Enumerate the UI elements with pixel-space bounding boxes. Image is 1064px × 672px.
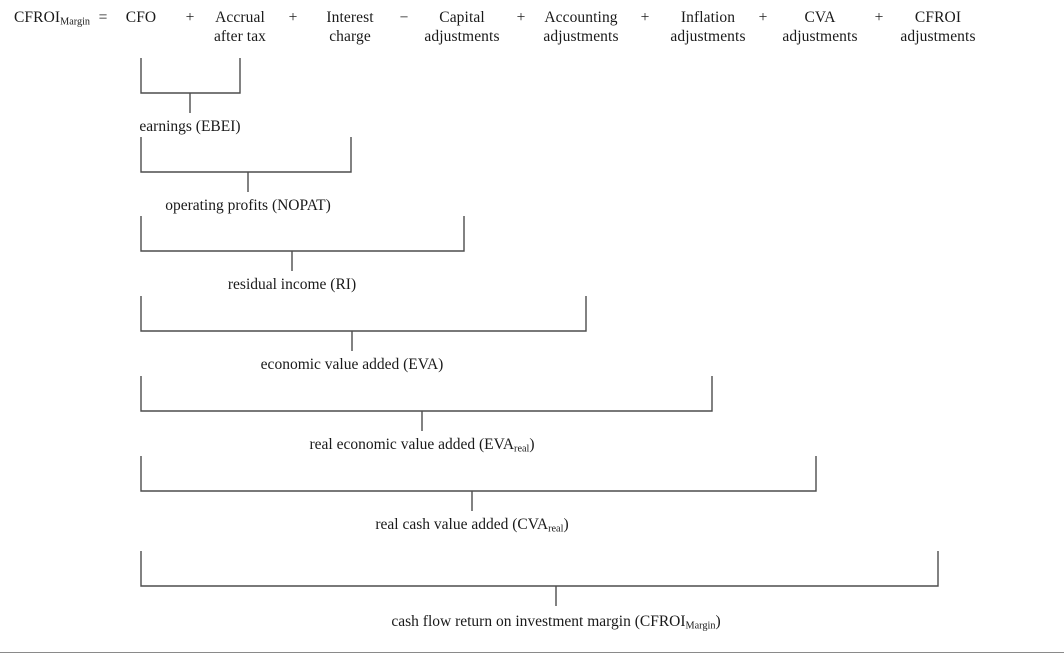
bracket-nopat-label: operating profits (NOPAT) [165, 197, 331, 214]
bracket-nopat [140, 137, 352, 192]
equation-row: CFROIMargin = CFO + Accrual after tax + Interes… [0, 9, 1064, 55]
equation-term-line2: adjustments [900, 27, 976, 45]
bracket-eva-path [140, 296, 587, 351]
equation-term-line1: CFROI [914, 9, 962, 26]
bracket-eva-real [140, 376, 713, 431]
bracket-residual-income [140, 216, 465, 271]
bracket-nopat-path [140, 137, 352, 192]
bracket-cfroi-margin [140, 551, 939, 606]
figure-canvas: CFROIMargin = CFO + Accrual after tax + Interes… [0, 0, 1064, 672]
equation-term-cfroi-adjustments: CFROI adjustments [848, 9, 1028, 46]
bracket-layer [140, 58, 939, 606]
bracket-earnings [140, 58, 241, 113]
bracket-earnings-path [140, 58, 241, 113]
bracket-eva-label: economic value added (EVA) [260, 356, 444, 373]
bracket-cfroi-margin-path [140, 551, 939, 606]
bracket-residual-income-path [140, 216, 465, 271]
bracket-cfroi-margin-label: cash flow return on investment margin (C… [391, 613, 721, 632]
bottom-horizontal-rule [0, 652, 1064, 653]
bracket-eva [140, 296, 587, 351]
bracket-cva-real-path [140, 456, 817, 511]
bracket-cva-real-label: real cash value added (CVAreal) [375, 516, 569, 535]
bracket-eva-real-path [140, 376, 713, 431]
bracket-residual-income-label: residual income (RI) [227, 276, 357, 293]
bracket-eva-real-label: real economic value added (EVAreal) [309, 436, 535, 455]
bracket-cva-real [140, 456, 817, 511]
bracket-earnings-label: earnings (EBEI) [139, 118, 241, 135]
